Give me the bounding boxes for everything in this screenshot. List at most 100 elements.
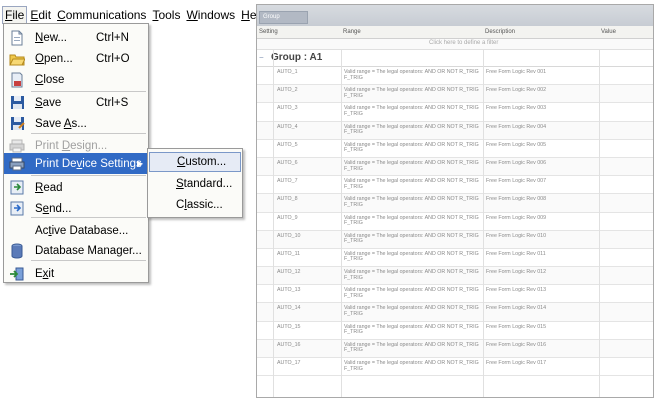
menu-separator [31,133,146,134]
cell-description: Free Form Logic Rev 004 [486,123,547,130]
cell-description: Free Form Logic Rev 013 [486,287,547,294]
table-row[interactable]: AUTO_5 Valid range = The legal operators:… [257,140,653,158]
table-row[interactable]: AUTO_17 Valid range = The legal operators… [257,358,653,377]
menu-separator [31,217,146,218]
cell-range: Valid range = The legal operators: AND O… [344,214,479,227]
menu-item-label: Save As... [35,117,87,130]
table-row[interactable]: AUTO_6 Valid range = The legal operators:… [257,157,653,177]
table-row[interactable]: AUTO_4 Valid range = The legal operators:… [257,121,653,140]
cell-description: Free Form Logic Rev 008 [486,196,547,203]
open-folder-icon [9,51,25,67]
submenu-item-label: Classic... [176,199,223,211]
table-row[interactable]: AUTO_14 Valid range = The legal operators… [257,303,653,322]
menu-item-exit[interactable]: Exit [4,263,148,284]
cell-description: Free Form Logic Rev 014 [486,305,547,312]
menu-edit[interactable]: Edit [27,7,54,23]
menu-windows[interactable]: Windows [183,7,238,23]
menu-item-read[interactable]: Read [4,177,148,198]
collapse-icon[interactable]: − [259,53,264,62]
table-row[interactable]: AUTO_15 Valid range = The legal operators… [257,322,653,340]
cell-range: Valid range = The legal operators: AND O… [344,123,479,136]
cell-description: Free Form Logic Rev 007 [486,178,547,185]
cell-range: Valid range = The legal operators: AND O… [344,87,479,99]
submenu-item-classic[interactable]: Classic... [149,195,241,215]
column-header-value[interactable]: Value [601,29,616,35]
cell-range: Valid range = The legal operators: AND O… [344,159,479,172]
cell-setting: AUTO_13 [277,287,301,294]
table-row[interactable]: AUTO_7 Valid range = The legal operators:… [257,176,653,195]
cell-setting: AUTO_11 [277,250,301,257]
submenu-arrow-icon: ▶ [137,159,144,168]
table-row[interactable]: AUTO_13 Valid range = The legal operators… [257,285,653,304]
menu-item-label: Exit [35,267,55,280]
file-menu-dropdown: New... Ctrl+N Open... Ctrl+O Close Save Ctrl+S… [3,23,149,283]
table-row[interactable]: AUTO_16 Valid range = The legal operators… [257,339,653,358]
cell-description: Free Form Logic Rev 017 [486,360,547,366]
menu-communications[interactable]: Communications [54,7,149,23]
column-header-setting[interactable]: Setting [259,29,278,35]
cell-description: Free Form Logic Rev 012 [486,269,547,276]
cell-description: Free Form Logic Rev 009 [486,214,547,221]
menu-file[interactable]: File [2,6,28,24]
menu-item-active-database[interactable]: Active Database... [4,220,148,241]
table-row[interactable]: AUTO_2 Valid range = The legal operators:… [257,85,653,104]
menu-item-close[interactable]: Close [4,69,148,90]
submenu-item-standard[interactable]: Standard... [149,174,241,194]
menu-item-database-manager[interactable]: Database Manager... [4,240,148,261]
submenu-item-label: Custom... [177,156,227,168]
cell-range: Valid range = The legal operators: AND O… [344,269,479,281]
cell-setting: AUTO_7 [277,178,298,185]
table-row[interactable]: AUTO_12 Valid range = The legal operators… [257,267,653,286]
filter-hint: Click here to define a filter [429,40,499,46]
group-tag[interactable]: Group [259,11,308,24]
column-header-range[interactable]: Range [343,29,361,35]
table-row[interactable]: AUTO_8 Valid range = The legal operators:… [257,194,653,213]
save-as-disk-icon [9,116,25,132]
filter-row[interactable]: Click here to define a filter [257,39,653,50]
menu-bar: FileEditCommunicationsToolsWindowsHelp [2,6,269,24]
print-device-settings-icon [9,156,25,172]
cell-setting: AUTO_1 [277,69,298,75]
cell-range: Valid range = The legal operators: AND O… [344,323,479,336]
save-disk-icon [9,95,25,111]
cell-description: Free Form Logic Rev 011 [486,250,546,257]
table-row[interactable]: AUTO_9 Valid range = The legal operators:… [257,213,653,231]
menu-item-label: New... [35,31,67,44]
cell-description: Free Form Logic Rev 003 [486,105,547,112]
menu-item-print-device-settings[interactable]: Print Device Settings ▶ [4,153,148,174]
group-header-row[interactable]: − Group : A1 [257,50,653,67]
cell-setting: AUTO_8 [277,196,298,203]
column-header-description[interactable]: Description [485,29,515,35]
cell-setting: AUTO_16 [277,341,301,348]
table-row[interactable]: AUTO_11 Valid range = The legal operators… [257,249,653,268]
table-row[interactable]: AUTO_1 Valid range = The legal operators:… [257,67,653,86]
cell-setting: AUTO_4 [277,123,298,130]
menu-item-label: Send... [35,202,72,215]
cell-setting: AUTO_2 [277,87,298,94]
cell-setting: AUTO_5 [277,141,298,148]
submenu-item-label: Standard... [176,178,233,190]
cell-range: Valid range = The legal operators: AND O… [344,69,479,81]
submenu-item-custom[interactable]: Custom... [149,152,241,172]
cell-range: Valid range = The legal operators: AND O… [344,287,479,299]
menu-item-new[interactable]: New... Ctrl+N [4,27,148,48]
menu-item-send[interactable]: Send... [4,198,148,219]
cell-description: Free Form Logic Rev 010 [486,232,547,239]
menu-item-save[interactable]: Save Ctrl+S [4,92,148,113]
cell-description: Free Form Logic Rev 001 [486,69,547,75]
menu-separator [31,260,146,261]
database-manager-icon [9,243,25,259]
cell-range: Valid range = The legal operators: AND O… [344,178,479,190]
menu-item-open[interactable]: Open... Ctrl+O [4,48,148,69]
table-row[interactable]: AUTO_10 Valid range = The legal operators… [257,230,653,249]
table-row[interactable]: AUTO_3 Valid range = The legal operators:… [257,103,653,122]
menu-item-label: Print Design... [35,139,108,152]
menu-item-save-as[interactable]: Save As... [4,113,148,134]
shortcut-label: Ctrl+N [96,31,129,44]
cell-description: Free Form Logic Rev 015 [486,323,547,330]
cell-range: Valid range = The legal operators: AND O… [344,360,479,372]
menu-item-label: Open... [35,52,73,65]
menu-tools[interactable]: Tools [149,7,183,23]
cell-range: Valid range = The legal operators: AND O… [344,105,479,117]
cell-setting: AUTO_10 [277,232,301,239]
